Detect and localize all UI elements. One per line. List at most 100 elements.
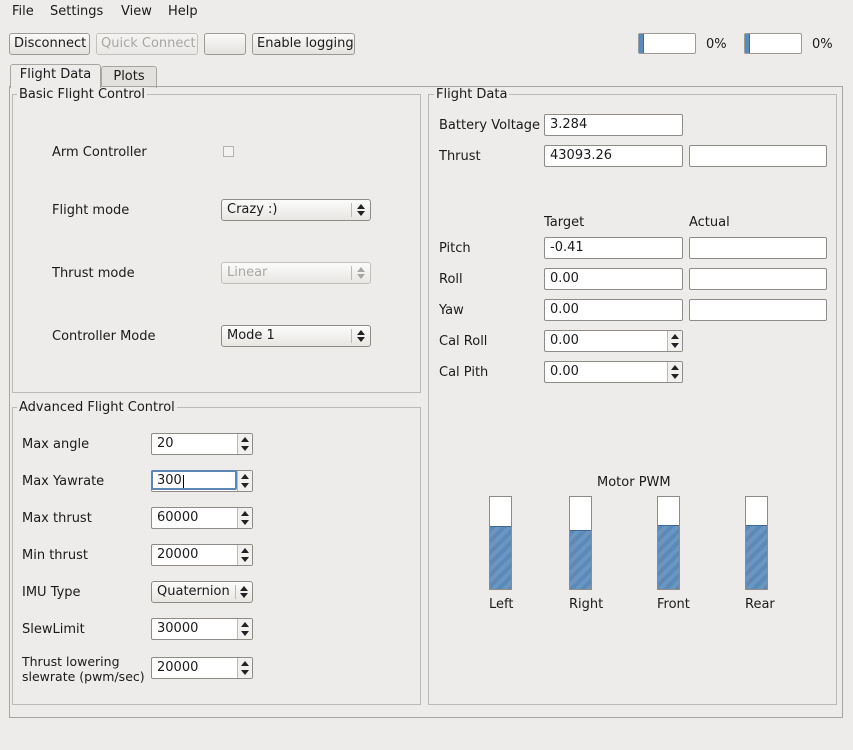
spin-down-icon[interactable] bbox=[241, 557, 249, 562]
motor-pwm-title: Motor PWM bbox=[597, 475, 671, 490]
spin-down-icon[interactable] bbox=[671, 374, 679, 379]
blank-button[interactable] bbox=[204, 33, 246, 55]
min-thrust-spinbox[interactable]: 20000 bbox=[151, 544, 253, 566]
max-thrust-label: Max thrust bbox=[22, 511, 92, 526]
max-yawrate-value: 300 bbox=[157, 473, 182, 488]
spin-up-icon[interactable] bbox=[241, 474, 249, 479]
slew-limit-value: 30000 bbox=[157, 621, 199, 636]
thrust-mode-label: Thrust mode bbox=[52, 266, 135, 281]
spin-down-icon[interactable] bbox=[241, 631, 249, 636]
menu-view[interactable]: View bbox=[121, 4, 152, 19]
roll-target-field[interactable]: 0.00 bbox=[544, 268, 683, 290]
status-bar bbox=[0, 722, 853, 750]
max-thrust-spinbox[interactable]: 60000 bbox=[151, 507, 253, 529]
motor-front-bar bbox=[657, 496, 680, 590]
arm-controller-label: Arm Controller bbox=[52, 145, 147, 160]
thrust-mode-select[interactable]: Linear bbox=[221, 262, 371, 284]
spin-down-icon[interactable] bbox=[241, 520, 249, 525]
link-quality-progress bbox=[638, 33, 696, 54]
advanced-flight-control-title: Advanced Flight Control bbox=[17, 400, 177, 415]
arm-controller-checkbox[interactable] bbox=[223, 146, 234, 157]
battery-progress-label: 0% bbox=[812, 37, 833, 52]
basic-flight-control-group bbox=[12, 94, 421, 393]
flight-data-group bbox=[428, 94, 837, 705]
yaw-target-field[interactable]: 0.00 bbox=[544, 299, 683, 321]
slew-limit-spinbox[interactable]: 30000 bbox=[151, 618, 253, 640]
flight-mode-label: Flight mode bbox=[52, 203, 130, 218]
menu-file[interactable]: File bbox=[12, 4, 34, 19]
flight-data-title: Flight Data bbox=[434, 87, 510, 102]
spin-down-icon[interactable] bbox=[241, 446, 249, 451]
max-yawrate-label: Max Yawrate bbox=[22, 474, 105, 489]
max-angle-label: Max angle bbox=[22, 437, 90, 452]
flight-mode-select[interactable]: Crazy :) bbox=[221, 199, 371, 221]
chevron-down-icon bbox=[357, 274, 365, 279]
spin-up-icon[interactable] bbox=[241, 661, 249, 666]
quick-connect-button[interactable]: Quick Connect bbox=[96, 33, 198, 55]
spin-down-icon[interactable] bbox=[671, 343, 679, 348]
max-angle-spinbox[interactable]: 20 bbox=[151, 433, 253, 455]
chevron-up-icon bbox=[240, 586, 248, 591]
controller-mode-value: Mode 1 bbox=[227, 328, 275, 343]
spin-down-icon[interactable] bbox=[241, 483, 249, 488]
motor-left-label: Left bbox=[489, 597, 514, 612]
battery-progress bbox=[744, 33, 802, 54]
text-cursor bbox=[183, 475, 184, 488]
motor-rear-bar bbox=[745, 496, 768, 590]
spin-up-icon[interactable] bbox=[241, 511, 249, 516]
spin-down-icon[interactable] bbox=[241, 670, 249, 675]
menu-bar: File Settings View Help bbox=[0, 0, 853, 24]
cal-pitch-label: Cal Pith bbox=[439, 365, 489, 380]
battery-voltage-field[interactable]: 3.284 bbox=[544, 114, 683, 136]
basic-flight-control-title: Basic Flight Control bbox=[17, 87, 147, 102]
thrust-lowering-label-line2: slewrate (pwm/sec) bbox=[22, 669, 145, 684]
thrust-mode-value: Linear bbox=[227, 265, 268, 280]
chevron-down-icon bbox=[240, 593, 248, 598]
chevron-up-icon bbox=[357, 267, 365, 272]
pitch-target-field[interactable]: -0.41 bbox=[544, 237, 683, 259]
tab-flight-data[interactable]: Flight Data bbox=[10, 64, 101, 88]
spin-up-icon[interactable] bbox=[241, 548, 249, 553]
chevron-up-icon bbox=[357, 204, 365, 209]
cal-roll-spinbox[interactable]: 0.00 bbox=[544, 330, 683, 352]
chevron-down-icon bbox=[357, 211, 365, 216]
thrust-target-field[interactable]: 43093.26 bbox=[544, 145, 683, 167]
menu-settings[interactable]: Settings bbox=[50, 4, 103, 19]
motor-front-label: Front bbox=[657, 597, 690, 612]
link-quality-label: 0% bbox=[706, 37, 727, 52]
disconnect-button[interactable]: Disconnect bbox=[9, 33, 90, 55]
cal-roll-label: Cal Roll bbox=[439, 334, 488, 349]
spin-up-icon[interactable] bbox=[671, 334, 679, 339]
motor-left-bar bbox=[489, 496, 512, 590]
pitch-label: Pitch bbox=[439, 241, 471, 256]
max-yawrate-spinbox[interactable]: 300 bbox=[151, 470, 253, 492]
min-thrust-label: Min thrust bbox=[22, 548, 88, 563]
pitch-actual-field[interactable] bbox=[689, 237, 827, 259]
motor-rear-label: Rear bbox=[745, 597, 775, 612]
max-angle-value: 20 bbox=[157, 436, 174, 451]
enable-logging-button[interactable]: Enable logging bbox=[252, 33, 355, 55]
actual-header: Actual bbox=[689, 215, 730, 230]
thrust-actual-field[interactable] bbox=[689, 145, 827, 167]
motor-right-label: Right bbox=[569, 597, 604, 612]
cal-roll-value: 0.00 bbox=[550, 333, 579, 348]
spin-up-icon[interactable] bbox=[241, 437, 249, 442]
cal-pitch-spinbox[interactable]: 0.00 bbox=[544, 361, 683, 383]
thrust-lowering-spinbox[interactable]: 20000 bbox=[151, 657, 253, 679]
min-thrust-value: 20000 bbox=[157, 547, 199, 562]
tab-plots[interactable]: Plots bbox=[101, 66, 157, 88]
slew-limit-label: SlewLimit bbox=[22, 622, 85, 637]
yaw-actual-field[interactable] bbox=[689, 299, 827, 321]
spin-up-icon[interactable] bbox=[241, 622, 249, 627]
thrust-lowering-value: 20000 bbox=[157, 660, 199, 675]
flight-mode-value: Crazy :) bbox=[227, 202, 278, 217]
menu-help[interactable]: Help bbox=[168, 4, 198, 19]
spin-up-icon[interactable] bbox=[671, 365, 679, 370]
cal-pitch-value: 0.00 bbox=[550, 364, 579, 379]
roll-actual-field[interactable] bbox=[689, 268, 827, 290]
controller-mode-select[interactable]: Mode 1 bbox=[221, 325, 371, 347]
motor-right-bar bbox=[569, 496, 592, 590]
chevron-up-icon bbox=[357, 330, 365, 335]
imu-type-select[interactable]: Quaternion bbox=[151, 581, 253, 603]
yaw-label: Yaw bbox=[439, 303, 464, 318]
